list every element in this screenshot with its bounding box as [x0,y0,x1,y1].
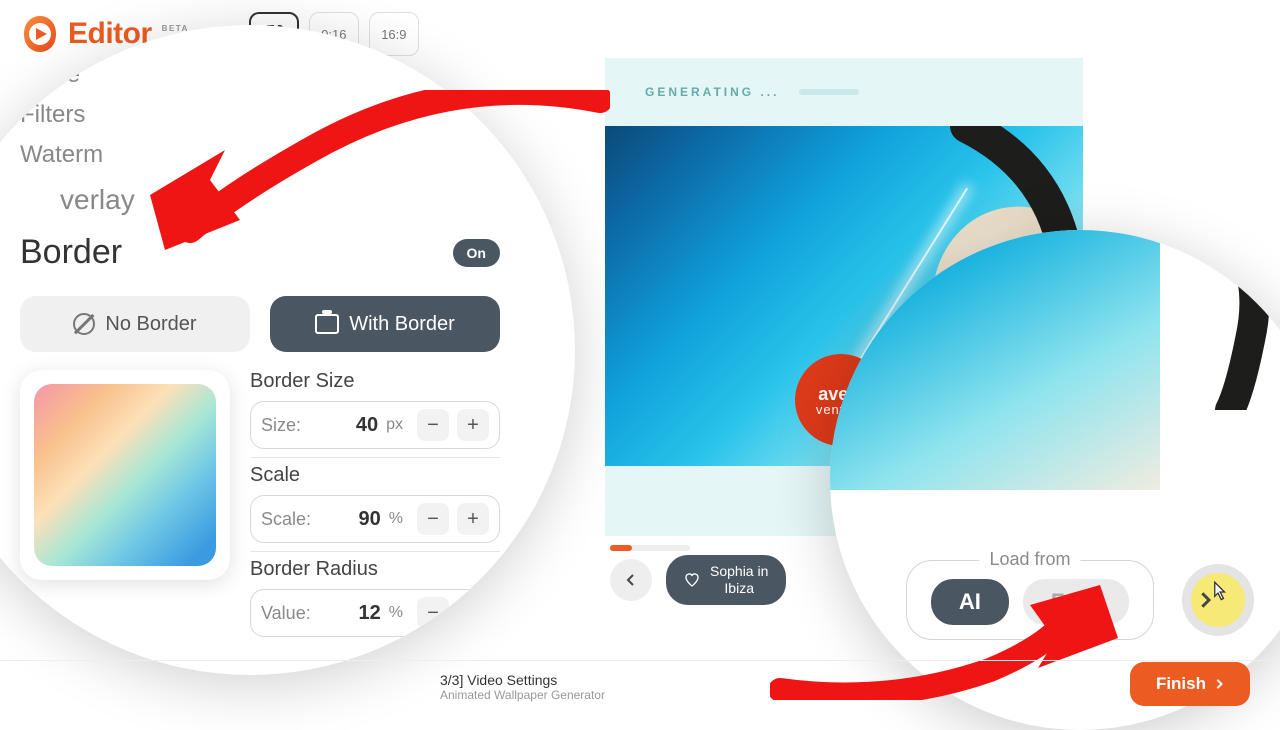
sidebar-item-scale[interactable]: Scale [20,55,500,95]
no-border-icon [73,313,95,335]
scale-plus-button[interactable]: + [457,503,489,535]
step-indicator: 3/3] Video Settings [440,672,605,688]
heart-icon [684,572,700,588]
next-button[interactable] [1182,564,1254,636]
sidebar-item-overlay[interactable]: verlay [60,184,135,216]
ratio-16-9[interactable]: 16:9 [369,12,419,56]
footer: 3/3] Video Settings Animated Wallpaper G… [0,660,1280,720]
finish-button[interactable]: Finish [1130,662,1250,706]
border-gradient-swatch[interactable] [20,370,230,580]
load-ai-button[interactable]: AI [931,579,1009,625]
cursor-icon [1205,579,1231,605]
size-minus-button[interactable]: − [417,409,449,441]
no-border-label: No Border [105,313,196,336]
sidebar-item-watermark[interactable]: Waterm [20,135,500,175]
border-scale-label: Scale [250,457,500,487]
border-scale-value[interactable]: 90 [339,508,381,531]
size-plus-button[interactable]: + [457,409,489,441]
border-radius-control: Value: 12 % − + [250,589,500,637]
scale-minus-button[interactable]: − [417,503,449,535]
load-from-label: Load from [979,549,1080,570]
step-subtitle: Animated Wallpaper Generator [440,688,605,702]
no-border-button[interactable]: No Border [20,296,250,352]
chevron-right-icon [1214,679,1224,689]
border-radius-value[interactable]: 12 [339,602,381,625]
load-favs-button[interactable]: Favs [1023,579,1129,625]
border-size-label: Border Size [250,370,500,393]
load-from-group: Load from AI Favs [906,560,1154,640]
border-section-title: Border [20,233,122,272]
generating-label: GENERATING ... [645,85,779,99]
sidebar-item-filters[interactable]: Filters [20,95,500,135]
radius-minus-button[interactable]: − [417,597,449,629]
border-radius-label: Border Radius [250,551,500,581]
border-toggle-pill[interactable]: On [453,239,500,267]
left-zoom-bubble: Scale Filters Waterm verlay Border On No… [0,25,575,675]
prev-button[interactable] [610,559,652,601]
progress-bar [799,89,859,95]
logo-icon [20,14,60,54]
with-border-label: With Border [349,313,455,336]
border-scale-control: Scale: 90 % − + [250,495,500,543]
border-size-control: Size: 40 px − + [250,401,500,449]
location-chip[interactable]: Sophia inIbiza [666,555,786,605]
frame-icon [315,314,339,334]
sidebar-fade-text: nd [0,619,31,651]
radius-plus-button[interactable]: + [457,597,489,629]
right-zoom-bubble: Load from AI Favs [830,230,1280,730]
border-size-value[interactable]: 40 [339,414,378,437]
timeline-bar[interactable] [610,545,690,551]
with-border-button[interactable]: With Border [270,296,500,352]
